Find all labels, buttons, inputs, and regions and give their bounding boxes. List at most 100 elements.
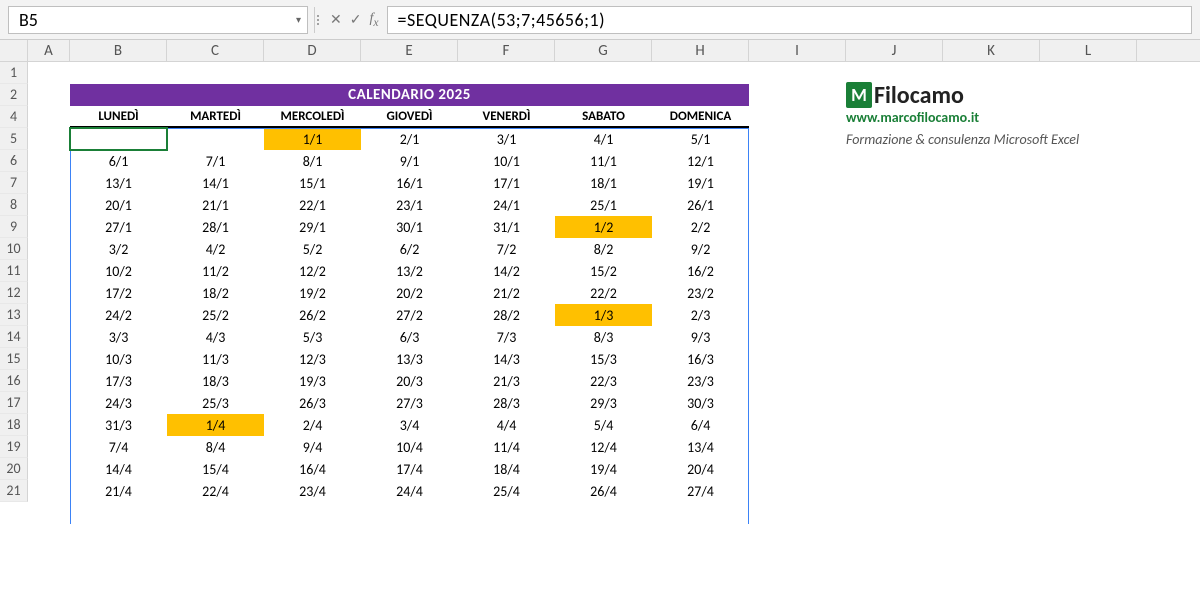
cell-D6[interactable]: 8/1 <box>264 150 361 172</box>
cell-I11[interactable] <box>749 260 846 282</box>
day-header-3[interactable]: GIOVEDÌ <box>361 106 458 128</box>
cell-C10[interactable]: 4/2 <box>167 238 264 260</box>
cell-B7[interactable]: 13/1 <box>70 172 167 194</box>
cell-G5[interactable]: 4/1 <box>555 128 652 150</box>
row-header-2[interactable]: 2 <box>0 84 28 106</box>
cell-C7[interactable]: 14/1 <box>167 172 264 194</box>
cell-E21[interactable]: 24/4 <box>361 480 458 502</box>
cell-A6[interactable] <box>28 150 70 172</box>
cell-I9[interactable] <box>749 216 846 238</box>
cell-C9[interactable]: 28/1 <box>167 216 264 238</box>
row-header-13[interactable]: 13 <box>0 304 28 326</box>
cell-H12[interactable]: 23/2 <box>652 282 749 304</box>
formula-bar-divider[interactable] <box>314 7 320 33</box>
cell-G1[interactable] <box>555 62 652 84</box>
cell-F21[interactable]: 25/4 <box>458 480 555 502</box>
cell-F20[interactable]: 18/4 <box>458 458 555 480</box>
cell-D7[interactable]: 15/1 <box>264 172 361 194</box>
cell-B15[interactable]: 10/3 <box>70 348 167 370</box>
formula-input[interactable]: =SEQUENZA(53;7;45656;1) <box>387 6 1192 34</box>
cell-A1[interactable] <box>28 62 70 84</box>
cell-J7[interactable] <box>846 172 1137 194</box>
row-header-1[interactable]: 1 <box>0 62 28 84</box>
cell-H16[interactable]: 23/3 <box>652 370 749 392</box>
cell-J9[interactable] <box>846 216 1137 238</box>
cell-F17[interactable]: 28/3 <box>458 392 555 414</box>
row-header-18[interactable]: 18 <box>0 414 28 436</box>
select-all-corner[interactable] <box>0 40 28 62</box>
cell-E14[interactable]: 6/3 <box>361 326 458 348</box>
cell-A17[interactable] <box>28 392 70 414</box>
cell-I20[interactable] <box>749 458 846 480</box>
cell-E20[interactable]: 17/4 <box>361 458 458 480</box>
cell-J13[interactable] <box>846 304 1137 326</box>
cell-B6[interactable]: 6/1 <box>70 150 167 172</box>
cell-J20[interactable] <box>846 458 1137 480</box>
cell-F16[interactable]: 21/3 <box>458 370 555 392</box>
cell-A9[interactable] <box>28 216 70 238</box>
cell-D20[interactable]: 16/4 <box>264 458 361 480</box>
brand-url[interactable]: www.marcofilocamo.it <box>846 106 1137 128</box>
cell-B10[interactable]: 3/2 <box>70 238 167 260</box>
cell-D11[interactable]: 12/2 <box>264 260 361 282</box>
cell-F5[interactable]: 3/1 <box>458 128 555 150</box>
cell-H20[interactable]: 20/4 <box>652 458 749 480</box>
cell-E9[interactable]: 30/1 <box>361 216 458 238</box>
cell-J8[interactable] <box>846 194 1137 216</box>
cell-A14[interactable] <box>28 326 70 348</box>
col-header-I[interactable]: I <box>749 40 846 61</box>
cell-H17[interactable]: 30/3 <box>652 392 749 414</box>
chevron-down-icon[interactable]: ▾ <box>296 13 301 26</box>
row-header-17[interactable]: 17 <box>0 392 28 414</box>
col-header-L[interactable]: L <box>1040 40 1137 61</box>
cell-B19[interactable]: 7/4 <box>70 436 167 458</box>
col-header-A[interactable]: A <box>28 40 70 61</box>
cell-D14[interactable]: 5/3 <box>264 326 361 348</box>
cell-B18[interactable]: 31/3 <box>70 414 167 436</box>
cell-C1[interactable] <box>167 62 264 84</box>
cell-F15[interactable]: 14/3 <box>458 348 555 370</box>
cell-A2[interactable] <box>28 84 70 106</box>
cell-A7[interactable] <box>28 172 70 194</box>
cell-B20[interactable]: 14/4 <box>70 458 167 480</box>
cell-I15[interactable] <box>749 348 846 370</box>
cell-C18[interactable]: 1/4 <box>167 414 264 436</box>
col-header-C[interactable]: C <box>167 40 264 61</box>
cell-D13[interactable]: 26/2 <box>264 304 361 326</box>
cell-F7[interactable]: 17/1 <box>458 172 555 194</box>
cell-H14[interactable]: 9/3 <box>652 326 749 348</box>
row-header-11[interactable]: 11 <box>0 260 28 282</box>
cell-H18[interactable]: 6/4 <box>652 414 749 436</box>
cell-G6[interactable]: 11/1 <box>555 150 652 172</box>
day-header-2[interactable]: MERCOLEDÌ <box>264 106 361 128</box>
cell-I14[interactable] <box>749 326 846 348</box>
cell-A5[interactable] <box>28 128 70 150</box>
cell-E8[interactable]: 23/1 <box>361 194 458 216</box>
cell-H9[interactable]: 2/2 <box>652 216 749 238</box>
cell-C11[interactable]: 11/2 <box>167 260 264 282</box>
cell-I19[interactable] <box>749 436 846 458</box>
cell-J15[interactable] <box>846 348 1137 370</box>
cell-H7[interactable]: 19/1 <box>652 172 749 194</box>
cell-H15[interactable]: 16/3 <box>652 348 749 370</box>
cell-A15[interactable] <box>28 348 70 370</box>
col-header-F[interactable]: F <box>458 40 555 61</box>
cell-C19[interactable]: 8/4 <box>167 436 264 458</box>
cell-grid[interactable]: CALENDARIO 2025MFilocamoLUNEDÌMARTEDÌMER… <box>28 62 1200 502</box>
cell-G7[interactable]: 18/1 <box>555 172 652 194</box>
cell-E12[interactable]: 20/2 <box>361 282 458 304</box>
cell-F12[interactable]: 21/2 <box>458 282 555 304</box>
cell-F13[interactable]: 28/2 <box>458 304 555 326</box>
cell-F14[interactable]: 7/3 <box>458 326 555 348</box>
cell-D1[interactable] <box>264 62 361 84</box>
cell-H13[interactable]: 2/3 <box>652 304 749 326</box>
cell-G17[interactable]: 29/3 <box>555 392 652 414</box>
cell-C14[interactable]: 4/3 <box>167 326 264 348</box>
cell-D17[interactable]: 26/3 <box>264 392 361 414</box>
row-header-21[interactable]: 21 <box>0 480 28 502</box>
cell-G16[interactable]: 22/3 <box>555 370 652 392</box>
day-header-5[interactable]: SABATO <box>555 106 652 128</box>
cell-B8[interactable]: 20/1 <box>70 194 167 216</box>
cell-I21[interactable] <box>749 480 846 502</box>
cell-B21[interactable]: 21/4 <box>70 480 167 502</box>
